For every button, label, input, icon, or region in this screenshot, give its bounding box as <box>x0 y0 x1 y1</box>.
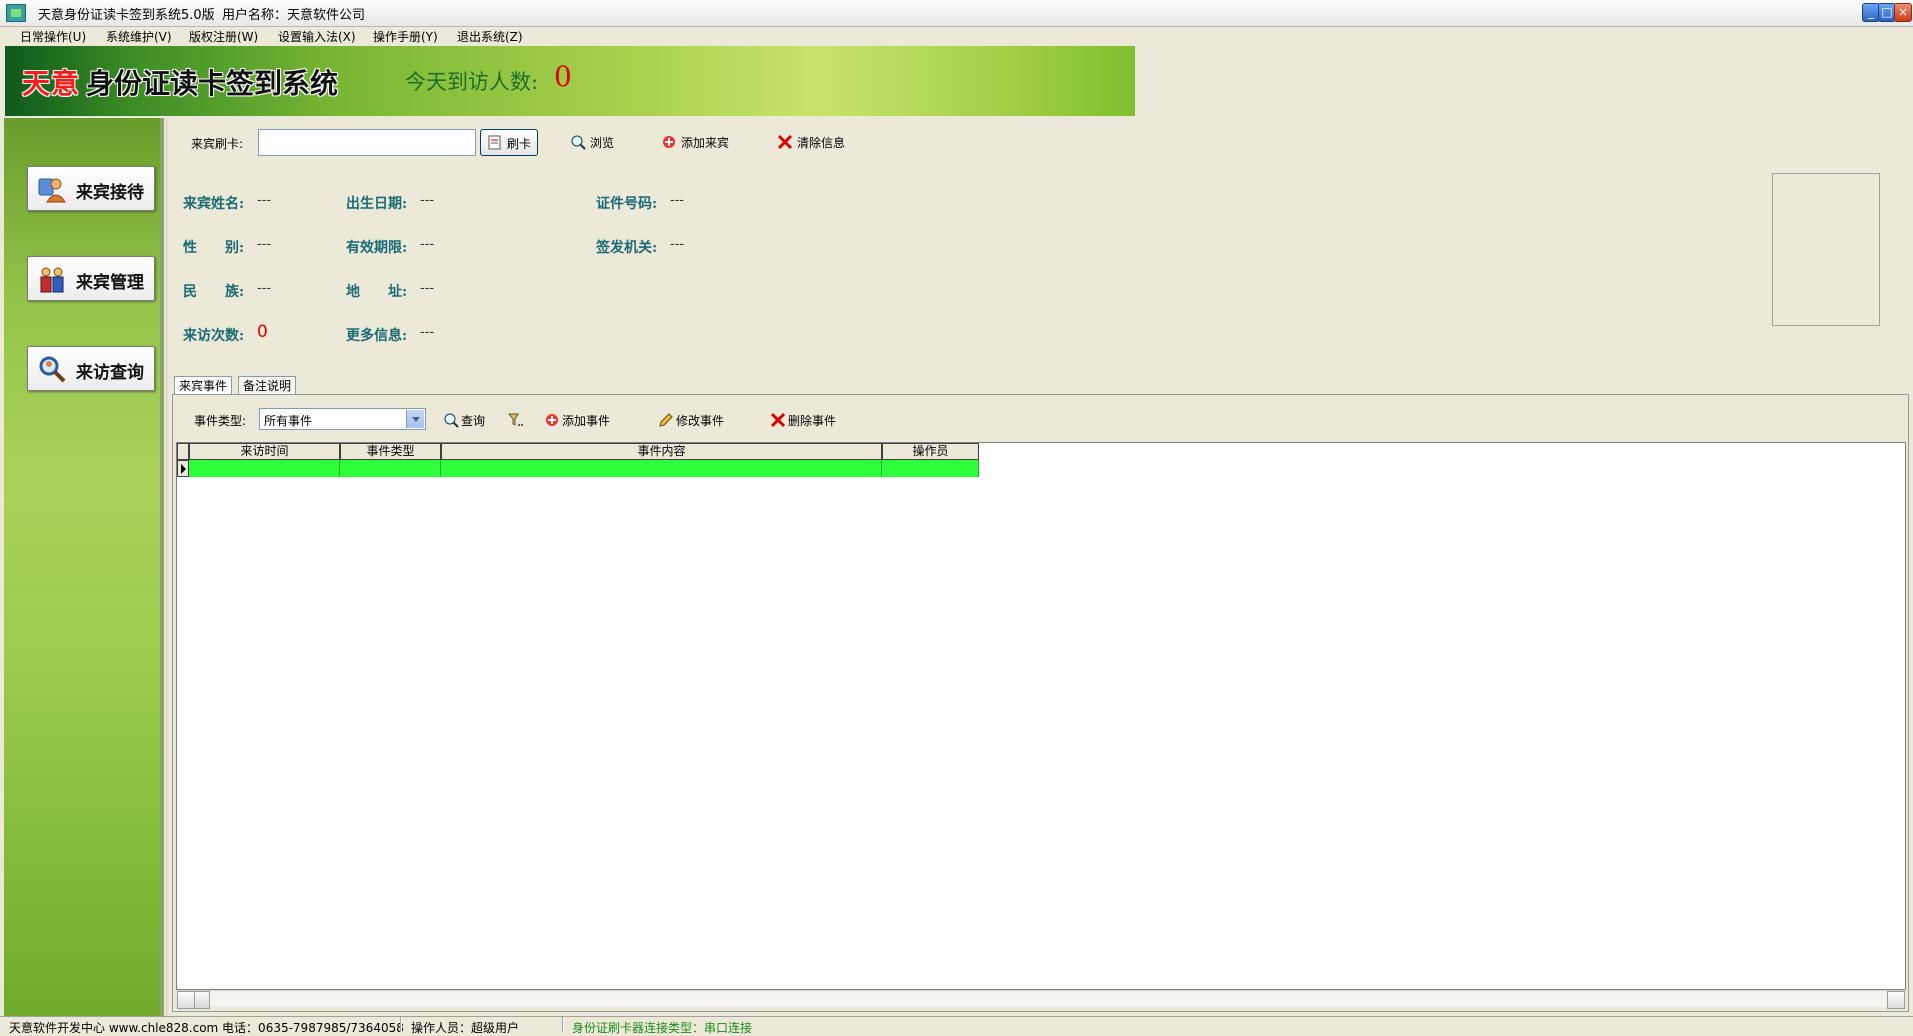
menu-system-maintenance[interactable]: 系统维护(V) <box>106 27 172 47</box>
sidebar-item-guest-management[interactable]: 来宾管理 <box>27 256 155 301</box>
add-icon <box>661 134 677 153</box>
guest-name-value: --- <box>257 193 272 208</box>
guest-name-label: 来宾姓名: <box>183 196 245 212</box>
edit-event-label: 修改事件 <box>676 414 725 428</box>
status-company: 天意软件开发中心 www.chle828.com 电话：0635-7987985… <box>9 1021 404 1035</box>
visit-count-label: 来访次数: <box>183 328 245 344</box>
column-header-event-type[interactable]: 事件类型 <box>340 443 441 460</box>
add-icon <box>544 412 560 431</box>
app-icon[interactable] <box>6 4 26 22</box>
guest-management-icon <box>38 265 66 293</box>
scroll-left-icon[interactable] <box>177 991 195 1009</box>
event-type-value: 所有事件 <box>264 414 313 428</box>
brand-logo-text: 天意 <box>22 67 81 100</box>
reception-icon <box>38 175 66 203</box>
sidebar-item-label: 来宾管理 <box>76 273 144 293</box>
column-header-event-content[interactable]: 事件内容 <box>441 443 882 460</box>
visit-count-value: 0 <box>257 322 268 342</box>
event-type-select[interactable]: 所有事件 <box>259 408 426 430</box>
clear-icon <box>777 134 793 153</box>
sidebar-item-reception[interactable]: 来宾接待 <box>27 166 155 211</box>
close-button[interactable]: × <box>1894 3 1912 22</box>
clear-info-label: 清除信息 <box>797 136 846 150</box>
card-swipe-label: 来宾刷卡: <box>191 137 244 151</box>
query-button[interactable]: 查询 <box>441 409 497 431</box>
table-cell[interactable] <box>340 460 441 477</box>
delete-event-button[interactable]: 删除事件 <box>768 409 848 431</box>
clear-info-button[interactable]: 清除信息 <box>775 131 865 153</box>
issuing-authority-label: 签发机关: <box>596 240 658 256</box>
validity-value: --- <box>420 237 435 252</box>
menu-license-registration[interactable]: 版权注册(W) <box>189 27 258 47</box>
id-number-value: --- <box>670 193 685 208</box>
edit-event-button[interactable]: 修改事件 <box>656 409 736 431</box>
sidebar-item-label: 来访查询 <box>76 363 144 383</box>
add-guest-button[interactable]: 添加来宾 <box>659 131 749 153</box>
gender-label: 性 别: <box>183 240 245 256</box>
add-guest-label: 添加来宾 <box>681 136 730 150</box>
address-label: 地 址: <box>346 284 408 300</box>
status-separator <box>562 1017 564 1032</box>
menu-input-method[interactable]: 设置输入法(X) <box>278 27 356 47</box>
tab-notes[interactable]: 备注说明 <box>238 376 297 394</box>
more-info-label: 更多信息: <box>346 328 408 344</box>
sidebar <box>4 118 164 1016</box>
swipe-card-label: 刷卡 <box>507 137 532 151</box>
browse-button[interactable]: 浏览 <box>568 131 638 153</box>
column-header-operator[interactable]: 操作员 <box>882 443 979 460</box>
ethnicity-label: 民 族: <box>183 284 245 300</box>
status-separator <box>400 1017 402 1032</box>
menu-exit[interactable]: 退出系统(Z) <box>457 27 523 47</box>
column-header-visit-time[interactable]: 来访时间 <box>189 443 340 460</box>
scroll-right-icon[interactable] <box>1887 991 1905 1009</box>
card-icon <box>488 135 503 153</box>
birth-date-label: 出生日期: <box>346 196 408 212</box>
today-visitors-label: 今天到访人数: <box>405 70 539 94</box>
delete-icon <box>770 412 786 431</box>
event-type-label: 事件类型: <box>194 414 247 428</box>
query-icon <box>443 412 459 431</box>
table-cell[interactable] <box>441 460 882 477</box>
filter-button[interactable] <box>506 409 526 431</box>
more-info-value: --- <box>420 325 435 340</box>
chevron-down-icon[interactable] <box>406 410 424 428</box>
delete-event-label: 删除事件 <box>788 414 837 428</box>
current-row-indicator <box>177 460 189 477</box>
sidebar-item-visit-query[interactable]: 来访查询 <box>27 346 155 391</box>
validity-label: 有效期限: <box>346 240 408 256</box>
event-grid[interactable] <box>176 442 1906 990</box>
menu-daily-operations[interactable]: 日常操作(U) <box>20 27 86 47</box>
menu-manual[interactable]: 操作手册(Y) <box>373 27 438 47</box>
status-operator: 操作人员：超级用户 <box>411 1021 520 1035</box>
system-name: 身份证读卡签到系统 <box>86 67 339 100</box>
gender-value: --- <box>257 237 272 252</box>
add-event-button[interactable]: 添加事件 <box>542 409 622 431</box>
horizontal-scrollbar[interactable] <box>177 990 1905 1009</box>
ethnicity-value: --- <box>257 281 272 296</box>
query-label: 查询 <box>461 414 486 428</box>
row-header-corner <box>177 443 189 460</box>
pencil-icon <box>658 412 674 431</box>
address-value: --- <box>420 281 435 296</box>
browse-label: 浏览 <box>590 136 615 150</box>
swipe-card-button[interactable]: 刷卡 <box>480 129 538 156</box>
search-query-icon <box>38 355 66 383</box>
sidebar-item-label: 来宾接待 <box>76 183 144 203</box>
window-title: 天意身份证读卡签到系统5.0版 <box>38 8 215 23</box>
guest-photo <box>1772 173 1880 326</box>
tab-guest-events[interactable]: 来宾事件 <box>174 376 233 395</box>
browse-icon <box>570 134 586 153</box>
card-swipe-input[interactable] <box>258 129 476 156</box>
add-event-label: 添加事件 <box>562 414 611 428</box>
user-name-label: 用户名称：天意软件公司 <box>222 8 366 23</box>
filter-icon <box>507 412 524 431</box>
issuing-authority-value: --- <box>670 237 685 252</box>
status-reader-connection: 身份证刷卡器连接类型：串口连接 <box>572 1021 753 1035</box>
birth-date-value: --- <box>420 193 435 208</box>
table-cell[interactable] <box>882 460 979 477</box>
scroll-thumb[interactable] <box>194 991 210 1009</box>
today-visitors-count: 0 <box>554 60 572 93</box>
table-cell[interactable] <box>189 460 340 477</box>
id-number-label: 证件号码: <box>596 196 658 212</box>
